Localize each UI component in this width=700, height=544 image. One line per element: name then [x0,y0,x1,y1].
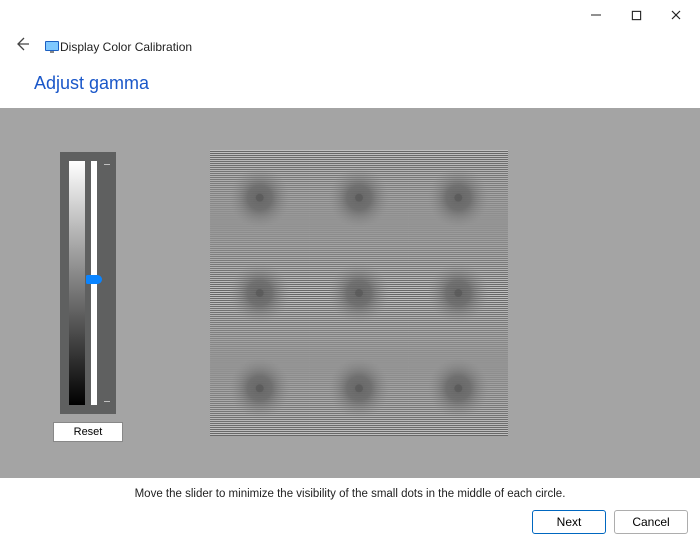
maximize-button[interactable] [616,1,656,29]
maximize-icon [631,10,642,21]
footer: Next Cancel [532,510,688,534]
app-title-wrap: Display Color Calibration [44,39,192,55]
app-icon [44,39,60,55]
close-button[interactable] [656,1,696,29]
gamma-slider-wrap: Reset [58,152,118,442]
title-bar [0,0,700,30]
close-icon [670,9,682,21]
back-arrow-icon [14,36,30,52]
minimize-button[interactable] [576,1,616,29]
content-area: Reset [0,108,700,478]
app-title: Display Color Calibration [60,40,192,54]
gamma-gradient-bar [69,161,85,405]
slider-tick-top [104,164,110,165]
minimize-icon [590,9,602,21]
page-heading: Adjust gamma [0,67,700,108]
cancel-button[interactable]: Cancel [614,510,688,534]
instruction-text: Move the slider to minimize the visibili… [0,478,700,500]
next-button[interactable]: Next [532,510,606,534]
gamma-slider-thumb[interactable] [86,275,102,284]
slider-tick-bottom [104,401,110,402]
header: Display Color Calibration [0,30,700,67]
back-button[interactable] [14,36,30,57]
gamma-slider[interactable] [60,152,116,414]
gamma-preview [210,150,508,436]
reset-button[interactable]: Reset [53,422,123,442]
